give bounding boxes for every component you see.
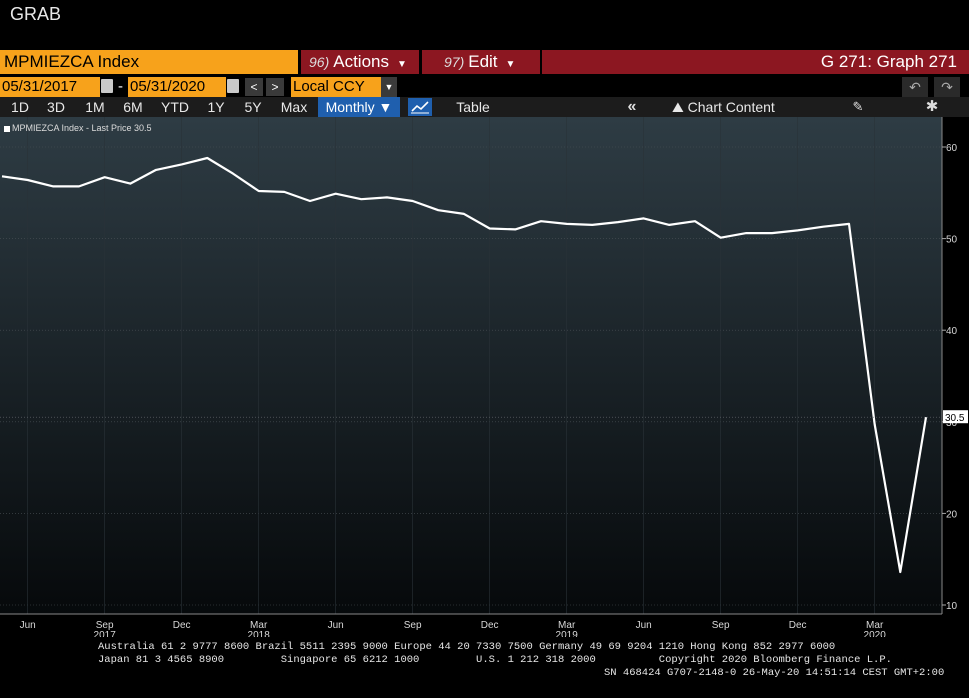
chart-content-button[interactable]: ⛰ Chart Content	[672, 97, 822, 117]
calendar-icon[interactable]	[227, 79, 239, 93]
x-tick-label: Sep	[404, 620, 422, 631]
graph-title: G 271: Graph 271	[542, 50, 969, 74]
last-price-label: 30.5	[945, 413, 965, 424]
x-tick-label: Jun	[636, 620, 652, 631]
edit-label: Edit	[468, 52, 498, 71]
collapse-icon[interactable]: «	[620, 97, 644, 117]
legend: MPMIEZCA Index - Last Price 30.5	[4, 123, 152, 133]
x-year-label: 2020	[864, 630, 887, 637]
frequency-label: Monthly	[325, 99, 375, 115]
period-6m-button[interactable]: 6M	[118, 97, 148, 117]
period-5y-button[interactable]: 5Y	[238, 97, 268, 117]
edit-chart-icon[interactable]: ✎	[846, 97, 870, 117]
date-separator: -	[118, 78, 123, 95]
y-tick-label: 60	[946, 143, 958, 154]
chevron-down-icon[interactable]: ▼	[381, 77, 397, 97]
x-tick-label: Dec	[173, 620, 191, 631]
y-tick-label: 40	[946, 326, 958, 337]
x-year-label: 2018	[248, 630, 271, 637]
ticker-field[interactable]: MPMIEZCA Index	[0, 50, 298, 74]
start-date-input[interactable]: 05/31/2017	[0, 77, 100, 97]
chevron-down-icon: ▼	[505, 59, 516, 70]
footer-session-info: SN 468424 G707-2148-0 26-May-20 14:51:14…	[604, 667, 945, 679]
caret-down-icon: ▼	[378, 99, 393, 115]
edit-menu-button[interactable]: 97) Edit ▼	[422, 50, 540, 74]
footer-contacts-2: Japan 81 3 4565 8900 Singapore 65 6212 1…	[98, 654, 892, 666]
x-tick-label: Sep	[712, 620, 730, 631]
footer-contacts-1: Australia 61 2 9777 8600 Brazil 5511 239…	[98, 641, 836, 653]
command-bar: MPMIEZCA Index 96) Actions ▼ 97) Edit ▼ G 27…	[0, 50, 969, 74]
actions-menu-button[interactable]: 96) Actions ▼	[301, 50, 419, 74]
actions-number: 96)	[309, 54, 330, 70]
y-tick-label: 50	[946, 235, 958, 246]
calendar-icon[interactable]	[101, 79, 113, 93]
next-period-button[interactable]: >	[266, 78, 284, 96]
x-year-label: 2017	[94, 630, 117, 637]
prev-period-button[interactable]: <	[245, 78, 263, 96]
y-tick-label: 20	[946, 509, 958, 520]
x-tick-label: Dec	[789, 620, 807, 631]
chevron-down-icon: ▼	[396, 59, 407, 70]
x-tick-label: Jun	[20, 620, 36, 631]
legend-label: MPMIEZCA Index - Last Price 30.5	[12, 123, 152, 133]
edit-number: 97)	[444, 54, 465, 70]
window-title: GRAB	[10, 4, 62, 24]
x-tick-label: Jun	[328, 620, 344, 631]
period-max-button[interactable]: Max	[276, 97, 312, 117]
line-chart-icon[interactable]	[408, 98, 432, 116]
x-tick-label: Dec	[481, 620, 499, 631]
currency-select[interactable]: Local CCY	[291, 77, 381, 97]
end-date-input[interactable]: 05/31/2020	[128, 77, 226, 97]
x-year-label: 2019	[556, 630, 579, 637]
undo-icon[interactable]: ↶	[902, 77, 928, 97]
legend-swatch	[4, 125, 10, 132]
frequency-select[interactable]: Monthly ▼	[318, 97, 400, 117]
period-1y-button[interactable]: 1Y	[202, 97, 230, 117]
date-range-bar: 05/31/2017 - 05/31/2020 < > Local CCY ▼ …	[0, 77, 969, 97]
chart-content-icon: ⛰	[672, 99, 684, 115]
table-button[interactable]: Table	[438, 97, 508, 117]
period-3d-button[interactable]: 3D	[42, 97, 70, 117]
actions-label: Actions	[333, 52, 389, 71]
plot-background	[0, 117, 942, 614]
y-tick-label: 10	[946, 601, 958, 612]
redo-icon[interactable]: ↷	[934, 77, 960, 97]
chart-content-label: Chart Content	[687, 99, 775, 115]
period-1d-button[interactable]: 1D	[6, 97, 34, 117]
period-bar: 1D 3D 1M 6M YTD 1Y 5Y Max Monthly ▼ Tabl…	[0, 97, 969, 117]
period-ytd-button[interactable]: YTD	[156, 97, 194, 117]
gear-icon[interactable]: ✱	[920, 97, 944, 117]
price-chart: Jun Sep Dec Mar Jun Sep Dec Mar Jun Sep Dec Mar2017…	[0, 117, 968, 637]
period-1m-button[interactable]: 1M	[80, 97, 110, 117]
